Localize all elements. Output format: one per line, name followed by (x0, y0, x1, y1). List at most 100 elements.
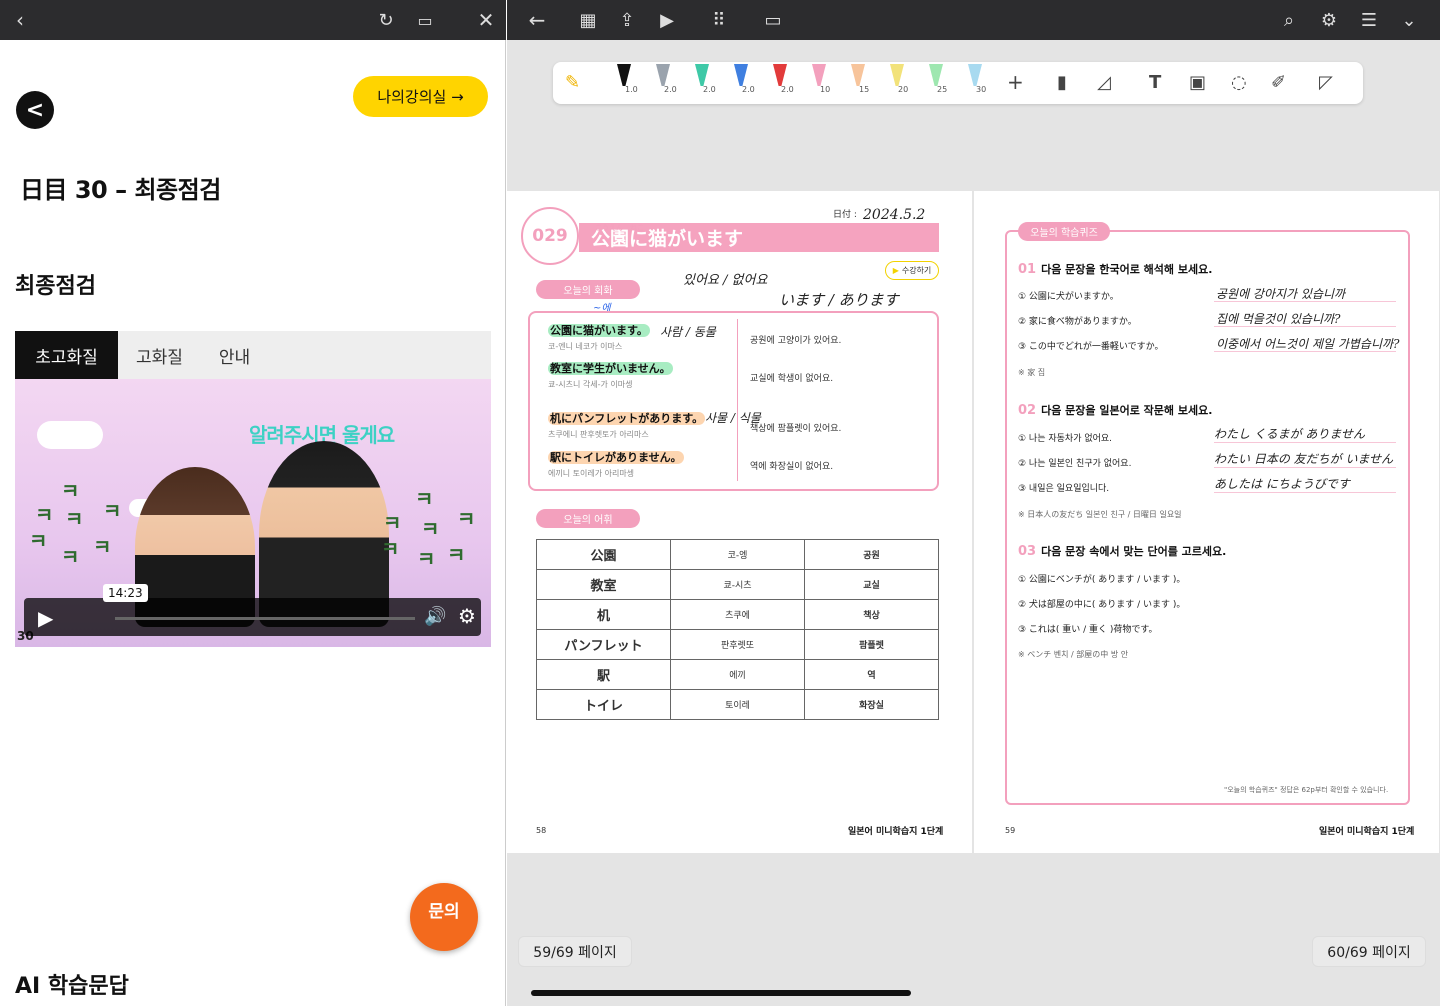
pen-tip (734, 64, 748, 86)
pen-tool[interactable]: 30 (964, 64, 986, 100)
pen-size-label: 10 (820, 85, 831, 94)
page-footer: 일본어 미니학습지 1단계 (848, 827, 944, 837)
pen-size-label: 15 (859, 85, 870, 94)
conv-jp-text: 公園に猫がいます。 (548, 324, 650, 337)
q1-answer: 집에 먹을것이 있습니까? (1216, 312, 1341, 326)
pen-tip (773, 64, 787, 86)
pen-tool[interactable]: 2.0 (730, 64, 755, 100)
video-icon[interactable]: ▶ (655, 8, 679, 32)
screen-edit-icon[interactable]: ▭ (413, 8, 437, 32)
share-icon[interactable]: ⇪ (615, 8, 639, 32)
table-row: 机 츠쿠에 책상 (536, 599, 939, 630)
conv-reading-1: 코-엔니 네코가 이마스 (548, 342, 623, 351)
vocab-reading: 쿄-시츠 (670, 569, 805, 600)
kk-text: ㅋ (61, 479, 80, 503)
eraser-icon[interactable]: ▮ (1057, 72, 1067, 93)
image-icon[interactable]: ▣ (1189, 72, 1206, 93)
pen-tool[interactable]: 2.0 (691, 64, 716, 100)
my-classroom-button[interactable]: 나의강의실 → (353, 76, 488, 117)
answer-line (1214, 326, 1396, 327)
search-icon[interactable]: ⌕ (1277, 8, 1301, 32)
kk-text: ㅋ (421, 517, 440, 541)
vocab-reading: 코-엥 (670, 539, 805, 570)
ruler-icon[interactable]: ◿ (1097, 72, 1111, 93)
handwritten-note: 있어요 / 없어요 (683, 273, 768, 288)
kk-text: ㅋ (415, 487, 434, 511)
q1-title-text: 다음 문장을 한국어로 해석해 보세요. (1041, 263, 1213, 276)
lasso-icon[interactable]: ◌ (1231, 72, 1247, 93)
tab-info[interactable]: 안내 (201, 331, 268, 379)
video-progress-bar[interactable] (115, 617, 415, 620)
conv-jp-text: 教室に学生がいません。 (548, 362, 673, 375)
plus-icon[interactable]: + (1007, 70, 1024, 94)
listen-button[interactable]: ▶ 수강하기 (885, 261, 939, 280)
table-row: 駅 에끼 역 (536, 659, 939, 690)
close-icon[interactable]: ✕ (474, 8, 498, 32)
refresh-icon[interactable]: ↻ (374, 8, 398, 32)
back-button[interactable]: < (16, 91, 54, 129)
quality-tabs: 초고화질 고화질 안내 (15, 331, 491, 379)
chevron-down-icon[interactable]: ⌄ (1397, 8, 1421, 32)
listen-label: 수강하기 (901, 266, 932, 275)
keypad-icon[interactable]: ⠿ (707, 8, 731, 32)
chevron-left-icon[interactable]: ‹ (8, 8, 32, 32)
conv-reading-2: 쿄-시츠니 각세-가 이마셍 (548, 380, 633, 389)
q2-item: ② 나는 일본인 친구가 없어요. (1018, 459, 1132, 469)
arrow-left-icon[interactable]: ← (525, 8, 549, 32)
conv-reading-3: 츠쿠에니 판후렛토가 아리마스 (548, 430, 649, 439)
pen-tip (656, 64, 670, 86)
list-icon[interactable]: ☰ (1357, 8, 1381, 32)
kk-text: ㅋ (93, 535, 112, 559)
pen-link-icon[interactable]: ✐ (1271, 72, 1286, 93)
pen-tool[interactable]: 25 (925, 64, 947, 100)
pen-tip (968, 64, 982, 86)
volume-icon[interactable]: 🔊 (424, 606, 446, 627)
inquiry-button[interactable]: 문의 (410, 883, 478, 951)
screen-icon[interactable]: ▭ (761, 8, 785, 32)
q1-note: ※ 家 집 (1018, 368, 1046, 377)
gear-icon[interactable]: ⚙ (458, 604, 476, 628)
play-icon[interactable]: ▶ (38, 606, 53, 630)
q1-item: ① 公園に犬がいますか。 (1018, 292, 1119, 302)
tab-ultra-hd[interactable]: 초고화질 (15, 331, 118, 379)
note-viewer: ← ▦ ⇪ ▶ ⠿ ▭ ⌕ ⚙ ☰ ⌄ ✎ 1.0 2.0 2.0 2.0 2.0 10 1… (507, 0, 1440, 1006)
pen-tool[interactable]: 1.0 (613, 64, 638, 100)
highlighter-icon[interactable]: ✎ (565, 72, 580, 93)
vocab-meaning: 역 (804, 659, 939, 690)
page-58[interactable]: 029 公園に猫がいます こうえん ねこ 日付 : 2024.5.2 ▶ 수강하기… (507, 191, 972, 853)
answer-line (1214, 351, 1396, 352)
tab-hd[interactable]: 고화질 (118, 331, 201, 379)
page-59[interactable]: 오늘의 학습퀴즈 01 다음 문장을 한국어로 해석해 보세요. ① 公園に犬がい… (974, 191, 1439, 853)
pen-tool[interactable]: 20 (886, 64, 908, 100)
pen-size-label: 2.0 (781, 85, 794, 94)
pen-tip (929, 64, 943, 86)
video-player[interactable]: 알려주시면 울게요 ㅋ ㅋ ㅋ ㅋ ㅋ ㅋ ㅋ ㅋ ㅋ ㅋ ㅋ ㅋ ㅋ ㅋ 30… (15, 379, 491, 647)
vocab-meaning: 공원 (804, 539, 939, 570)
handwritten-date: 2024.5.2 (863, 207, 926, 223)
divider (737, 319, 738, 481)
video-time-tooltip: 14:23 (103, 584, 148, 602)
vocab-reading: 츠쿠에 (670, 599, 805, 630)
kk-text: ㅋ (417, 547, 436, 571)
answer-line (1214, 492, 1396, 493)
q2-item: ③ 내일은 일요일입니다. (1018, 484, 1110, 494)
kk-text: ㅋ (65, 507, 84, 531)
shape-icon[interactable]: ◸ (1319, 72, 1333, 93)
q1-number: 01 (1018, 262, 1037, 277)
answer-line (1214, 301, 1396, 302)
q1-item: ② 家に食べ物がありますか。 (1018, 317, 1137, 327)
page-indicator-left[interactable]: 59/69 페이지 (518, 936, 632, 967)
pen-tool[interactable]: 2.0 (769, 64, 794, 100)
q2-number: 02 (1018, 403, 1037, 418)
pen-tool[interactable]: 15 (847, 64, 869, 100)
document-settings-icon[interactable]: ⚙ (1317, 8, 1341, 32)
pen-tool[interactable]: 2.0 (652, 64, 677, 100)
vocab-meaning: 교실 (804, 569, 939, 600)
grid-icon[interactable]: ▦ (576, 8, 600, 32)
pen-tip (695, 64, 709, 86)
text-icon[interactable]: T (1149, 72, 1161, 93)
q2-item: ① 나는 자동차가 없어요. (1018, 434, 1113, 444)
kk-text: ㅋ (61, 545, 80, 569)
pen-tool[interactable]: 10 (808, 64, 830, 100)
page-indicator-right[interactable]: 60/69 페이지 (1312, 936, 1426, 967)
